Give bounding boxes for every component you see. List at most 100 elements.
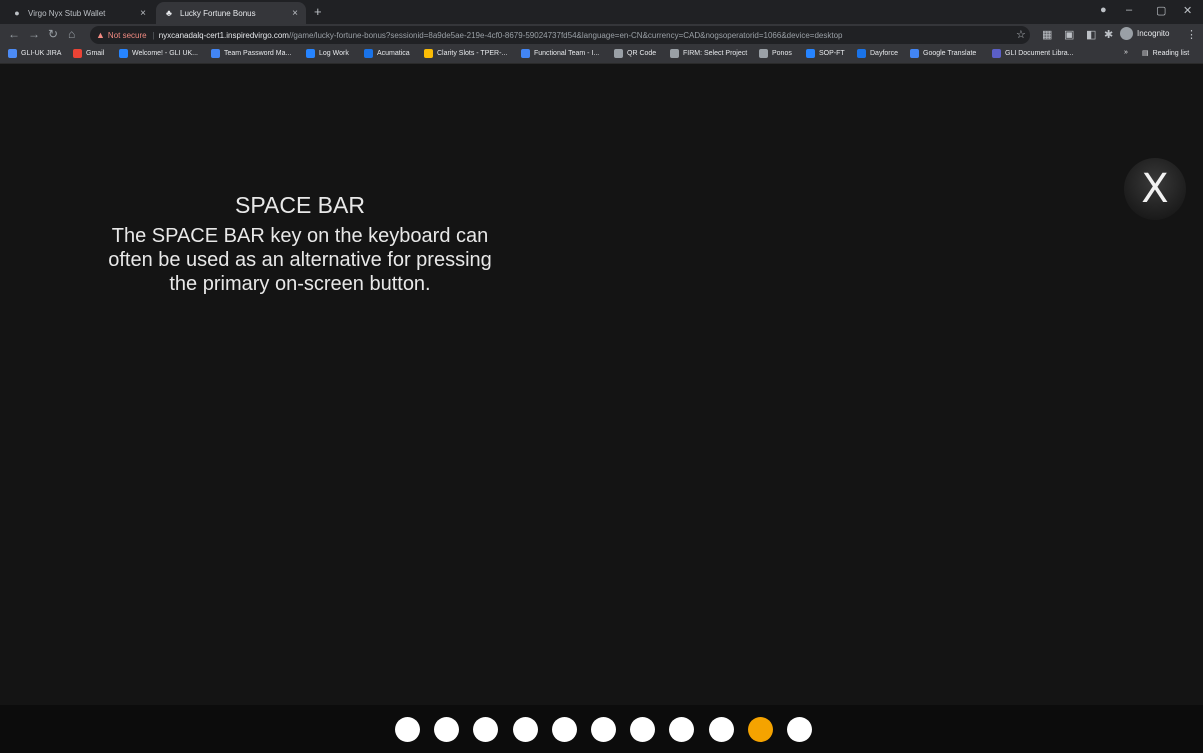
url-host: nyxcanadalq-cert1.inspiredvirgo.com [158, 30, 289, 40]
warning-icon: ▲ [96, 30, 105, 40]
confluence-icon [119, 49, 128, 58]
reload-icon[interactable]: ↻ [48, 27, 58, 41]
bookmark-label: Log Work [319, 50, 349, 57]
back-icon[interactable]: ← [8, 27, 20, 41]
bookmark-label: Gmail [86, 50, 105, 57]
address-bar[interactable]: ▲ Not secure | nyxcanadalq-cert1.inspire… [90, 26, 1030, 44]
page-dot[interactable] [552, 717, 577, 742]
url-path: //game/lucky-fortune-bonus?sessionid=8a9… [288, 30, 843, 40]
bookmark-label: QR Code [627, 50, 657, 57]
acumatica-icon [364, 49, 373, 58]
page-dot[interactable] [630, 717, 655, 742]
record-icon[interactable]: ● [1100, 4, 1107, 16]
page-dot[interactable] [513, 717, 538, 742]
page-dot[interactable] [669, 717, 694, 742]
close-tab-icon[interactable]: × [292, 8, 298, 19]
close-help-button[interactable]: X [1124, 158, 1186, 220]
tab-title: Virgo Nyx Stub Wallet [28, 8, 106, 18]
page-dot[interactable] [473, 717, 498, 742]
bookmark-label: Google Translate [923, 50, 977, 57]
bookmark-gmail[interactable]: Gmail [73, 49, 104, 58]
password-manager-icon [211, 49, 220, 58]
bookmark-label: Team Password Ma... [224, 50, 292, 57]
bookmark-google-translate[interactable]: Google Translate [910, 49, 976, 58]
help-line: the primary on-screen button. [169, 273, 431, 295]
bookmark-welcome[interactable]: Welcome! - GLI UK... [119, 49, 198, 58]
help-page-title: SPACE BAR [235, 192, 365, 218]
globe-icon: ● [14, 8, 20, 18]
globe-icon [614, 49, 623, 58]
tab-lucky-fortune-bonus[interactable]: ♣ Lucky Fortune Bonus × [156, 2, 306, 24]
forward-icon[interactable]: → [28, 27, 40, 41]
reading-list-label: Reading list [1152, 49, 1190, 57]
puzzle-icon[interactable]: ✱ [1104, 28, 1113, 41]
browser-toolbar: ← → ↻ ⌂ ▲ Not secure | nyxcanadalq-cert1… [0, 24, 1203, 46]
bookmark-label: GLI-UK JIRA [21, 50, 62, 57]
close-icon: X [1141, 166, 1169, 212]
jira-icon [306, 49, 315, 58]
page-dot[interactable] [787, 717, 812, 742]
help-line: often be used as an alternative for pres… [108, 249, 492, 271]
new-tab-button[interactable]: + [314, 4, 322, 19]
bookmark-team-password[interactable]: Team Password Ma... [211, 49, 291, 58]
bookmark-label: Welcome! - GLI UK... [132, 50, 198, 57]
bookmark-ponos[interactable]: Ponos [759, 49, 792, 58]
not-secure-label: Not secure [107, 30, 147, 40]
google-icon [73, 49, 82, 58]
page-dot[interactable] [591, 717, 616, 742]
profile-button[interactable]: Incognito [1120, 27, 1169, 40]
close-window-button[interactable]: ✕ [1183, 4, 1192, 17]
tab-title: Lucky Fortune Bonus [180, 8, 256, 18]
bookmarks-bar: GLI-UK JIRA Gmail Welcome! - GLI UK... T… [0, 46, 1203, 64]
confluence-icon [806, 49, 815, 58]
help-page-indicator [0, 705, 1203, 753]
bookmark-label: SOP-FT [819, 50, 845, 57]
tab-virgo-nyx-stub-wallet[interactable]: ● Virgo Nyx Stub Wallet × [4, 2, 154, 24]
home-icon[interactable]: ⌂ [68, 27, 75, 41]
page-dot[interactable] [434, 717, 459, 742]
bookmark-qr-code[interactable]: QR Code [614, 49, 656, 58]
page-dot-active[interactable] [748, 717, 773, 742]
minimize-button[interactable]: – [1126, 4, 1132, 16]
globe-icon [759, 49, 768, 58]
close-tab-icon[interactable]: × [140, 8, 146, 19]
menu-icon[interactable]: ⋮ [1186, 28, 1197, 41]
bookmark-label: GLI Document Libra... [1005, 50, 1074, 57]
bookmark-clarity-slots[interactable]: Clarity Slots - TPER-... [424, 49, 507, 58]
bookmark-star-icon[interactable]: ☆ [1016, 28, 1026, 41]
reading-list-icon: ▤ [1142, 50, 1149, 57]
bookmark-label: Functional Team - I... [534, 50, 600, 57]
chevron-right-icon: » [1124, 49, 1128, 56]
page-dot[interactable] [709, 717, 734, 742]
help-line: The SPACE BAR key on the keyboard can [111, 225, 489, 247]
docs-icon [521, 49, 530, 58]
dayforce-icon [857, 49, 866, 58]
bookmark-label: Clarity Slots - TPER-... [437, 50, 508, 57]
bookmark-label: FIRM: Select Project [683, 50, 748, 57]
bookmark-gli-uk-jira[interactable]: GLI-UK JIRA [8, 49, 61, 58]
incognito-icon [1120, 27, 1133, 40]
bookmark-sop-ft[interactable]: SOP-FT [806, 49, 845, 58]
jira-icon [8, 49, 17, 58]
bookmarks-overflow-button[interactable]: » [1124, 49, 1128, 56]
bookmark-dayforce[interactable]: Dayforce [857, 49, 898, 58]
bookmark-firm-select-project[interactable]: FIRM: Select Project [670, 49, 747, 58]
game-favicon-icon: ♣ [166, 8, 172, 18]
bookmark-label: Ponos [772, 50, 792, 57]
extension-icon[interactable]: ◧ [1086, 28, 1096, 41]
bookmark-gli-document-library[interactable]: GLI Document Libra... [992, 49, 1073, 58]
bookmark-label: Dayforce [870, 50, 899, 57]
bookmark-functional-team[interactable]: Functional Team - I... [521, 49, 599, 58]
restore-button[interactable]: ▢ [1156, 4, 1166, 17]
google-icon [424, 49, 433, 58]
translate-icon [910, 49, 919, 58]
page-dot[interactable] [395, 717, 420, 742]
extension-icon[interactable]: ▦ [1042, 28, 1052, 41]
globe-icon [670, 49, 679, 58]
bookmark-acumatica[interactable]: Acumatica [364, 49, 410, 58]
reading-list-button[interactable]: ▤ Reading list [1142, 49, 1190, 58]
extension-icon[interactable]: ▣ [1064, 28, 1074, 41]
browser-tab-strip: ● Virgo Nyx Stub Wallet × ♣ Lucky Fortun… [0, 0, 1203, 24]
profile-label: Incognito [1137, 29, 1170, 38]
bookmark-log-work[interactable]: Log Work [306, 49, 349, 58]
